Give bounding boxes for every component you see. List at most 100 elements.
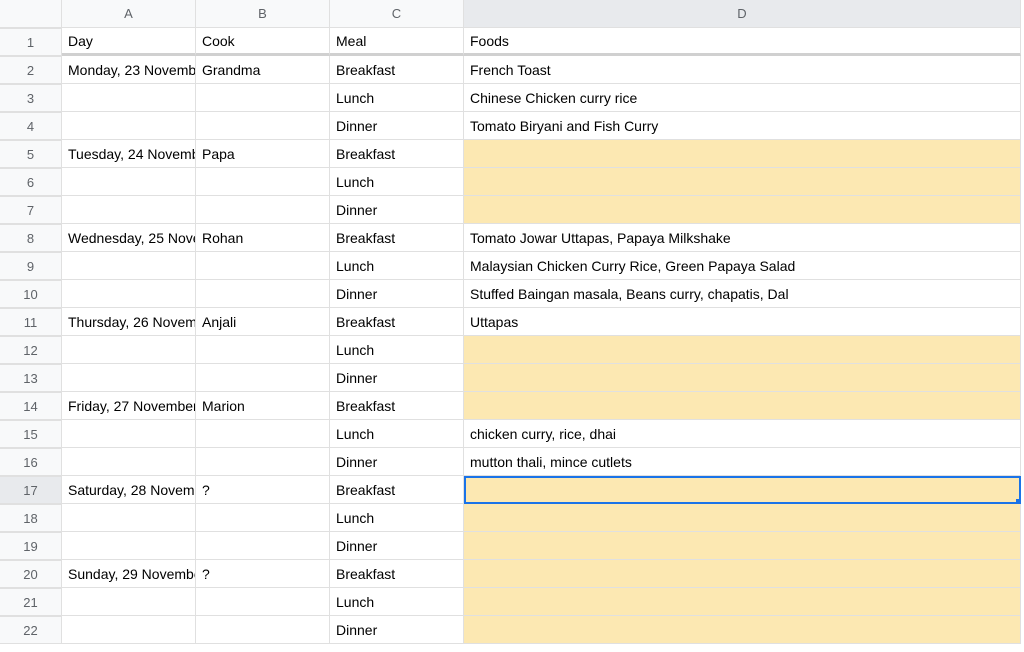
cell-D9[interactable]: Malaysian Chicken Curry Rice, Green Papa… bbox=[464, 252, 1021, 280]
cell-B16[interactable] bbox=[196, 448, 330, 476]
cell-D17[interactable] bbox=[464, 476, 1021, 504]
cell-D5[interactable] bbox=[464, 140, 1021, 168]
cell-D18[interactable] bbox=[464, 504, 1021, 532]
cell-C7[interactable]: Dinner bbox=[330, 196, 464, 224]
cell-D3[interactable]: Chinese Chicken curry rice bbox=[464, 84, 1021, 112]
cell-C8[interactable]: Breakfast bbox=[330, 224, 464, 252]
row-header-15[interactable]: 15 bbox=[0, 420, 62, 448]
row-header-7[interactable]: 7 bbox=[0, 196, 62, 224]
row-header-2[interactable]: 2 bbox=[0, 56, 62, 84]
cell-B18[interactable] bbox=[196, 504, 330, 532]
select-all-corner[interactable] bbox=[0, 0, 62, 28]
cell-C21[interactable]: Lunch bbox=[330, 588, 464, 616]
row-header-6[interactable]: 6 bbox=[0, 168, 62, 196]
row-header-12[interactable]: 12 bbox=[0, 336, 62, 364]
cell-A14[interactable]: Friday, 27 November bbox=[62, 392, 196, 420]
cell-A21[interactable] bbox=[62, 588, 196, 616]
row-header-18[interactable]: 18 bbox=[0, 504, 62, 532]
column-header-C[interactable]: C bbox=[330, 0, 464, 28]
cell-B8[interactable]: Rohan bbox=[196, 224, 330, 252]
cell-A19[interactable] bbox=[62, 532, 196, 560]
cell-B22[interactable] bbox=[196, 616, 330, 644]
cell-C17[interactable]: Breakfast bbox=[330, 476, 464, 504]
cell-C18[interactable]: Lunch bbox=[330, 504, 464, 532]
cell-A16[interactable] bbox=[62, 448, 196, 476]
cell-D4[interactable]: Tomato Biryani and Fish Curry bbox=[464, 112, 1021, 140]
cell-C5[interactable]: Breakfast bbox=[330, 140, 464, 168]
cell-C12[interactable]: Lunch bbox=[330, 336, 464, 364]
cell-A20[interactable]: Sunday, 29 November bbox=[62, 560, 196, 588]
cell-B3[interactable] bbox=[196, 84, 330, 112]
cell-B17[interactable]: ? bbox=[196, 476, 330, 504]
cell-C6[interactable]: Lunch bbox=[330, 168, 464, 196]
row-header-14[interactable]: 14 bbox=[0, 392, 62, 420]
cell-D10[interactable]: Stuffed Baingan masala, Beans curry, cha… bbox=[464, 280, 1021, 308]
cell-B13[interactable] bbox=[196, 364, 330, 392]
cell-A5[interactable]: Tuesday, 24 November bbox=[62, 140, 196, 168]
cell-D7[interactable] bbox=[464, 196, 1021, 224]
row-header-20[interactable]: 20 bbox=[0, 560, 62, 588]
cell-B4[interactable] bbox=[196, 112, 330, 140]
cell-D12[interactable] bbox=[464, 336, 1021, 364]
cell-A6[interactable] bbox=[62, 168, 196, 196]
column-header-B[interactable]: B bbox=[196, 0, 330, 28]
cell-A11[interactable]: Thursday, 26 November bbox=[62, 308, 196, 336]
cell-A8[interactable]: Wednesday, 25 November bbox=[62, 224, 196, 252]
cell-D6[interactable] bbox=[464, 168, 1021, 196]
cell-B1[interactable]: Cook bbox=[196, 28, 330, 56]
cell-D15[interactable]: chicken curry, rice, dhai bbox=[464, 420, 1021, 448]
cell-B14[interactable]: Marion bbox=[196, 392, 330, 420]
cell-A7[interactable] bbox=[62, 196, 196, 224]
cell-A17[interactable]: Saturday, 28 November bbox=[62, 476, 196, 504]
row-header-9[interactable]: 9 bbox=[0, 252, 62, 280]
cell-A13[interactable] bbox=[62, 364, 196, 392]
cell-B11[interactable]: Anjali bbox=[196, 308, 330, 336]
column-header-A[interactable]: A bbox=[62, 0, 196, 28]
cell-B15[interactable] bbox=[196, 420, 330, 448]
cell-D20[interactable] bbox=[464, 560, 1021, 588]
cell-B10[interactable] bbox=[196, 280, 330, 308]
cell-C20[interactable]: Breakfast bbox=[330, 560, 464, 588]
cell-D21[interactable] bbox=[464, 588, 1021, 616]
cell-B20[interactable]: ? bbox=[196, 560, 330, 588]
row-header-4[interactable]: 4 bbox=[0, 112, 62, 140]
cell-A3[interactable] bbox=[62, 84, 196, 112]
cell-A12[interactable] bbox=[62, 336, 196, 364]
cell-C11[interactable]: Breakfast bbox=[330, 308, 464, 336]
cell-D22[interactable] bbox=[464, 616, 1021, 644]
row-header-5[interactable]: 5 bbox=[0, 140, 62, 168]
cell-D14[interactable] bbox=[464, 392, 1021, 420]
cell-D2[interactable]: French Toast bbox=[464, 56, 1021, 84]
cell-C13[interactable]: Dinner bbox=[330, 364, 464, 392]
cell-C1[interactable]: Meal bbox=[330, 28, 464, 56]
cell-A4[interactable] bbox=[62, 112, 196, 140]
cell-C2[interactable]: Breakfast bbox=[330, 56, 464, 84]
cell-A22[interactable] bbox=[62, 616, 196, 644]
row-header-11[interactable]: 11 bbox=[0, 308, 62, 336]
row-header-16[interactable]: 16 bbox=[0, 448, 62, 476]
cell-B7[interactable] bbox=[196, 196, 330, 224]
cell-A15[interactable] bbox=[62, 420, 196, 448]
cell-D1[interactable]: Foods bbox=[464, 28, 1021, 56]
cell-D19[interactable] bbox=[464, 532, 1021, 560]
row-header-10[interactable]: 10 bbox=[0, 280, 62, 308]
cell-D11[interactable]: Uttapas bbox=[464, 308, 1021, 336]
cell-A10[interactable] bbox=[62, 280, 196, 308]
cell-B5[interactable]: Papa bbox=[196, 140, 330, 168]
cell-B6[interactable] bbox=[196, 168, 330, 196]
row-header-3[interactable]: 3 bbox=[0, 84, 62, 112]
cell-A2[interactable]: Monday, 23 November bbox=[62, 56, 196, 84]
cell-A9[interactable] bbox=[62, 252, 196, 280]
cell-C22[interactable]: Dinner bbox=[330, 616, 464, 644]
cell-B2[interactable]: Grandma bbox=[196, 56, 330, 84]
cell-B12[interactable] bbox=[196, 336, 330, 364]
cell-D16[interactable]: mutton thali, mince cutlets bbox=[464, 448, 1021, 476]
cell-C16[interactable]: Dinner bbox=[330, 448, 464, 476]
cell-B9[interactable] bbox=[196, 252, 330, 280]
cell-C15[interactable]: Lunch bbox=[330, 420, 464, 448]
cell-D8[interactable]: Tomato Jowar Uttapas, Papaya Milkshake bbox=[464, 224, 1021, 252]
cell-C10[interactable]: Dinner bbox=[330, 280, 464, 308]
cell-B21[interactable] bbox=[196, 588, 330, 616]
row-header-22[interactable]: 22 bbox=[0, 616, 62, 644]
cell-C14[interactable]: Breakfast bbox=[330, 392, 464, 420]
